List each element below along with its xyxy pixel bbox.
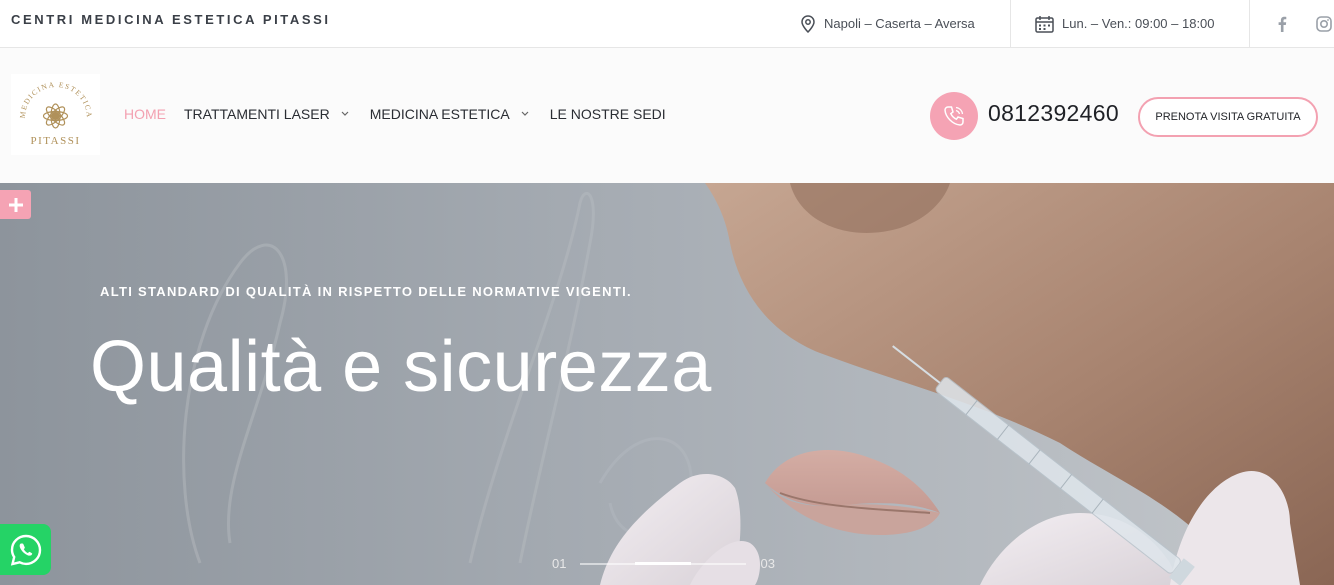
phone-icon: [944, 106, 964, 126]
nav-item-trattamenti-laser[interactable]: TRATTAMENTI LASER: [184, 106, 352, 122]
plus-icon: [8, 197, 23, 212]
hours-info: Lun. – Ven.: 09:00 – 18:00: [1010, 0, 1250, 47]
phone-number[interactable]: 0812392460: [988, 100, 1119, 127]
slider-total[interactable]: 03: [760, 556, 774, 571]
hero-title: Qualità e sicurezza: [90, 327, 712, 407]
whatsapp-icon: [10, 534, 41, 566]
location-text: Napoli – Caserta – Aversa: [824, 16, 975, 31]
main-nav: HOME TRATTAMENTI LASER MEDICINA ESTETICA…: [124, 106, 684, 122]
facebook-link[interactable]: [1277, 0, 1287, 47]
calendar-icon: [1035, 15, 1054, 33]
facebook-icon: [1278, 16, 1287, 32]
book-visit-label: PRENOTA VISITA GRATUITA: [1155, 111, 1301, 123]
top-bar: CENTRI MEDICINA ESTETICA PITASSI Napoli …: [0, 0, 1334, 48]
nav-item-label: HOME: [124, 106, 166, 122]
location-info: Napoli – Caserta – Aversa: [800, 0, 975, 47]
nav-item-home[interactable]: HOME: [124, 106, 166, 122]
slider-progress[interactable]: [580, 561, 747, 565]
nav-item-label: MEDICINA ESTETICA: [369, 106, 510, 122]
site-logo[interactable]: MEDICINA ESTETICA PITASSI: [11, 74, 100, 155]
book-visit-button[interactable]: PRENOTA VISITA GRATUITA: [1138, 97, 1318, 137]
map-pin-icon: [801, 14, 815, 33]
phone-button[interactable]: [930, 92, 978, 140]
logo-name: PITASSI: [31, 135, 81, 147]
brand-name: CENTRI MEDICINA ESTETICA PITASSI: [11, 12, 331, 27]
hero-kicker: ALTI STANDARD DI QUALITÀ IN RISPETTO DEL…: [100, 284, 632, 299]
slider-pagination: 01 03: [552, 556, 775, 571]
instagram-icon: [1316, 15, 1332, 32]
hours-text: Lun. – Ven.: 09:00 – 18:00: [1062, 16, 1215, 31]
chevron-down-icon: [341, 111, 349, 116]
logo-emblem: MEDICINA ESTETICA PITASSI: [18, 80, 93, 147]
chevron-down-icon: [521, 111, 529, 116]
instagram-link[interactable]: [1316, 0, 1332, 47]
nav-item-le-nostre-sedi[interactable]: LE NOSTRE SEDI: [550, 106, 666, 122]
hero-slider: ALTI STANDARD DI QUALITÀ IN RISPETTO DEL…: [0, 183, 1334, 585]
slider-progress-active: [635, 561, 692, 565]
main-header: MEDICINA ESTETICA PITASSI HOME TRATTAMEN…: [0, 48, 1334, 183]
whatsapp-button[interactable]: [0, 524, 51, 575]
nav-item-medicina-estetica[interactable]: MEDICINA ESTETICA: [370, 106, 532, 122]
slider-current[interactable]: 01: [552, 556, 566, 571]
plus-button[interactable]: [0, 190, 31, 219]
nav-item-label: LE NOSTRE SEDI: [549, 106, 666, 122]
nav-item-label: TRATTAMENTI LASER: [184, 106, 330, 122]
